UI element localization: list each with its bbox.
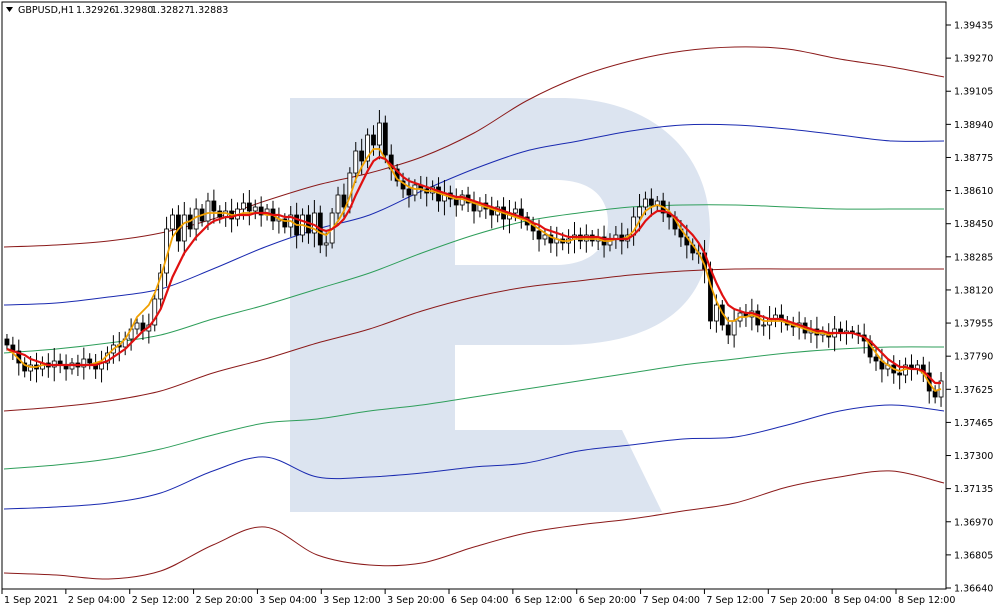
price-tick-label: 1.38610 — [954, 186, 993, 197]
price-tick-label: 1.39270 — [954, 54, 993, 65]
price-tick-label: 1.37625 — [954, 385, 993, 396]
price-tick-label: 1.39105 — [954, 87, 993, 98]
time-tick-label: 3 Sep 04:00 — [259, 595, 316, 606]
price-tick-label: 1.38940 — [954, 120, 993, 131]
price-tick-label: 1.37300 — [954, 451, 993, 462]
symbol-label: GBPUSD,H1 — [18, 5, 74, 16]
time-tick-label: 7 Sep 04:00 — [643, 595, 700, 606]
open-value: 1.32926 — [76, 5, 115, 16]
time-tick-label: 1 Sep 2021 — [4, 595, 58, 606]
time-tick-label: 6 Sep 04:00 — [451, 595, 508, 606]
time-tick-label: 6 Sep 20:00 — [579, 595, 636, 606]
low-value: 1.32827 — [151, 5, 190, 16]
time-tick-label: 7 Sep 12:00 — [706, 595, 763, 606]
time-tick-label: 3 Sep 20:00 — [387, 595, 444, 606]
price-tick-label: 1.37955 — [954, 319, 993, 330]
time-tick-label: 3 Sep 12:00 — [323, 595, 380, 606]
price-tick-label: 1.38285 — [954, 252, 993, 263]
price-tick-label: 1.36805 — [954, 550, 993, 561]
time-tick-label: 2 Sep 12:00 — [132, 595, 189, 606]
time-tick-label: 8 Sep 04:00 — [834, 595, 891, 606]
time-tick-label: 8 Sep 12:00 — [898, 595, 955, 606]
price-tick-label: 1.37465 — [954, 418, 993, 429]
price-chart: 1.39435 1.39270 1.39105 1.38940 1.38775 1.386… — [0, 0, 994, 610]
high-value: 1.32980 — [114, 5, 153, 16]
time-tick-label: 2 Sep 04:00 — [68, 595, 125, 606]
price-tick-label: 1.38450 — [954, 219, 993, 230]
price-tick-label: 1.37790 — [954, 352, 993, 363]
close-value: 1.32883 — [189, 5, 228, 16]
time-tick-label: 2 Sep 20:00 — [196, 595, 253, 606]
price-tick-label: 1.37135 — [954, 484, 993, 495]
price-tick-label: 1.39435 — [954, 21, 993, 32]
price-tick-label: 1.36970 — [954, 517, 993, 528]
price-tick-label: 1.38120 — [954, 285, 993, 296]
price-tick-label: 1.38775 — [954, 153, 993, 164]
price-tick-label: 1.36640 — [954, 584, 993, 595]
time-tick-label: 6 Sep 12:00 — [515, 595, 572, 606]
chart-header: GBPUSD,H1 1.32926 1.32980 1.32827 1.3288… — [6, 5, 228, 16]
time-tick-label: 7 Sep 20:00 — [770, 595, 827, 606]
